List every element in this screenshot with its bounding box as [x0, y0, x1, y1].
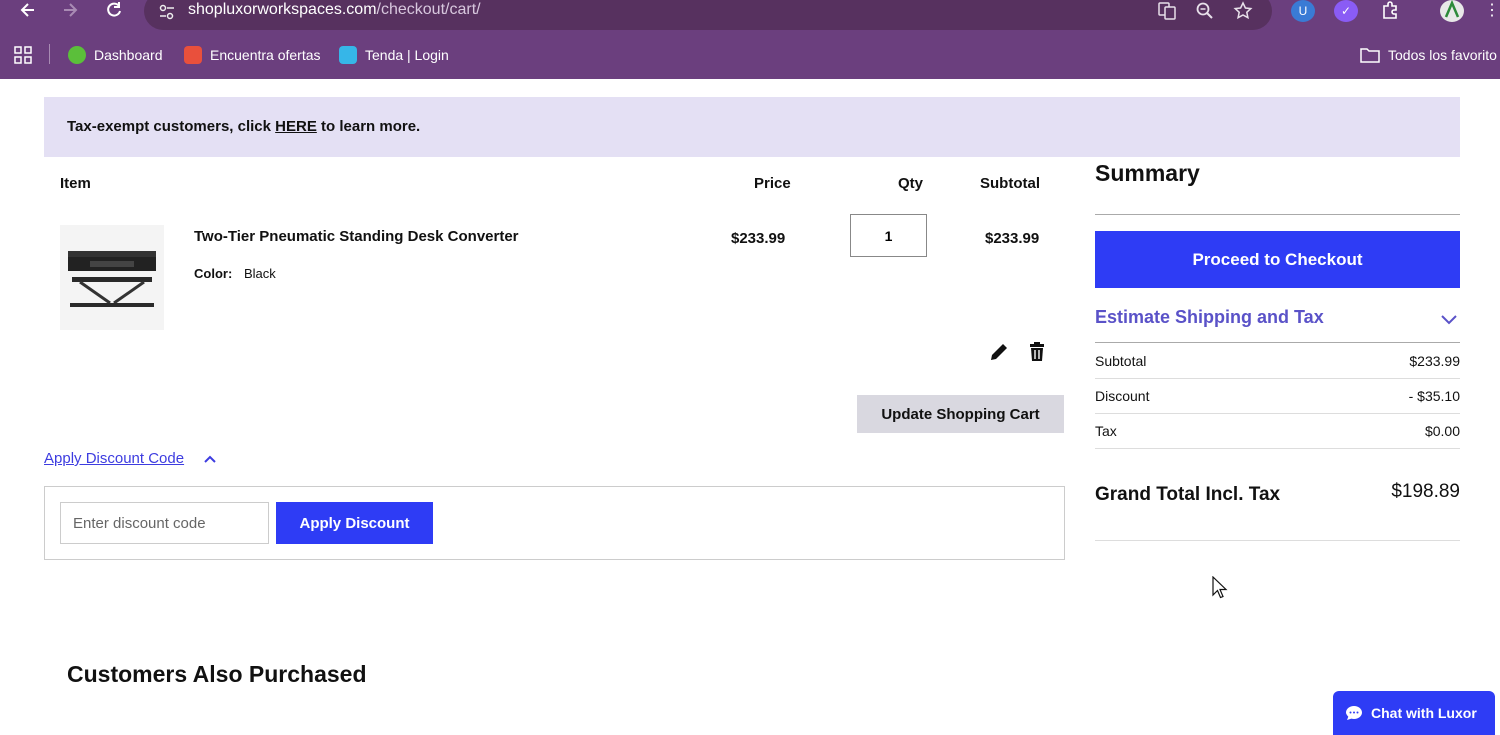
address-bar[interactable]: shopluxorworkspaces.com/checkout/cart/ [144, 0, 1272, 30]
forward-button[interactable] [56, 0, 84, 22]
bookmark-star-icon[interactable] [1232, 1, 1254, 23]
divider [1095, 214, 1460, 215]
apply-discount-toggle[interactable]: Apply Discount Code [44, 450, 184, 467]
bookmarks-bar: Dashboard Encuentra ofertas Tenda | Logi… [0, 40, 1500, 70]
estimate-shipping-toggle[interactable]: Estimate Shipping and Tax [1095, 307, 1324, 328]
bookmark-tenda-login[interactable]: Tenda | Login [339, 44, 449, 66]
column-header-item: Item [60, 175, 91, 192]
grand-total-label: Grand Total Incl. Tax [1095, 484, 1281, 505]
discount-code-input[interactable] [60, 502, 269, 544]
product-price: $233.99 [731, 230, 786, 247]
extension-icon[interactable]: ✓ [1334, 0, 1358, 22]
folder-icon [1360, 48, 1380, 63]
trash-icon [1030, 342, 1044, 361]
bookmark-label: Encuentra ofertas [210, 47, 321, 63]
product-subtotal: $233.99 [985, 230, 1040, 247]
translate-icon[interactable] [1156, 1, 1178, 23]
column-header-qty: Qty [898, 175, 924, 192]
summary-subtotal-label: Subtotal [1095, 353, 1147, 369]
standing-desk-image [68, 251, 156, 307]
bookmark-divider [49, 44, 50, 64]
bookmark-dashboard[interactable]: Dashboard [68, 44, 163, 66]
tax-exempt-banner: Tax-exempt customers, click HERE to lear… [44, 97, 1460, 157]
arrow-left-icon [20, 3, 34, 17]
apply-discount-button[interactable]: Apply Discount [276, 502, 433, 544]
summary-title: Summary [1095, 160, 1200, 186]
menu-kebab-icon[interactable]: ⋮ [1484, 0, 1500, 22]
mouse-cursor-icon [1212, 575, 1228, 600]
chat-with-luxor-button[interactable]: Chat with Luxor [1333, 691, 1495, 735]
customers-also-purchased-heading: Customers Also Purchased [67, 661, 367, 687]
chevron-up-icon[interactable] [203, 452, 217, 466]
arrow-right-icon [64, 3, 78, 17]
bookmark-encuentra-ofertas[interactable]: Encuentra ofertas [184, 44, 321, 66]
ofertas-favicon-icon [184, 46, 202, 64]
apps-grid-icon [14, 46, 32, 64]
column-header-price: Price [754, 175, 791, 192]
tenda-favicon-icon [339, 46, 357, 64]
summary-subtotal-value: $233.99 [1409, 353, 1460, 369]
apps-button[interactable] [14, 44, 32, 66]
profile-avatar-icon[interactable] [1440, 0, 1464, 22]
shield-extension-icon[interactable]: U [1291, 0, 1315, 22]
divider [1095, 448, 1460, 449]
url-text[interactable]: shopluxorworkspaces.com/checkout/cart/ [188, 1, 481, 19]
dashboard-favicon-icon [68, 46, 86, 64]
quantity-input[interactable] [850, 214, 927, 257]
divider [1095, 540, 1460, 541]
summary-tax-label: Tax [1095, 423, 1117, 439]
product-image[interactable] [60, 225, 164, 330]
update-cart-button[interactable]: Update Shopping Cart [857, 395, 1064, 433]
all-bookmarks-folder[interactable]: Todos los favorito [1360, 44, 1497, 66]
bookmark-label: Dashboard [94, 47, 163, 63]
bookmark-label: Todos los favorito [1388, 47, 1497, 63]
divider [1095, 378, 1460, 379]
browser-chrome: shopluxorworkspaces.com/checkout/cart/ U… [0, 0, 1500, 79]
site-info-icon[interactable] [158, 4, 176, 20]
edit-item-button[interactable] [987, 340, 1011, 364]
summary-discount-value: - $35.10 [1408, 388, 1460, 404]
reload-icon [107, 2, 121, 17]
chat-bubble-icon [1346, 706, 1362, 720]
zoom-icon[interactable] [1194, 1, 1216, 23]
bookmark-label: Tenda | Login [365, 47, 449, 63]
divider [1095, 413, 1460, 414]
summary-tax-value: $0.00 [1424, 423, 1460, 439]
reload-button[interactable] [100, 0, 128, 22]
remove-item-button[interactable] [1025, 340, 1049, 364]
browser-toolbar: shopluxorworkspaces.com/checkout/cart/ U… [0, 0, 1500, 32]
chat-label: Chat with Luxor [1371, 705, 1477, 721]
back-button[interactable] [14, 0, 42, 22]
puzzle-icon[interactable] [1378, 0, 1402, 22]
pencil-icon [991, 344, 1007, 360]
summary-discount-label: Discount [1095, 388, 1150, 404]
proceed-to-checkout-button[interactable]: Proceed to Checkout [1095, 231, 1460, 288]
product-name[interactable]: Two-Tier Pneumatic Standing Desk Convert… [194, 228, 519, 245]
product-color-value: Black [244, 266, 276, 281]
column-header-subtotal: Subtotal [980, 175, 1040, 192]
grand-total-value: $198.89 [1391, 481, 1460, 502]
product-color-label: Color: [194, 266, 233, 281]
chevron-down-icon[interactable] [1440, 312, 1458, 326]
tax-exempt-text: Tax-exempt customers, click HERE to lear… [67, 118, 421, 135]
divider [1095, 342, 1460, 343]
tax-exempt-link[interactable]: HERE [275, 118, 317, 135]
